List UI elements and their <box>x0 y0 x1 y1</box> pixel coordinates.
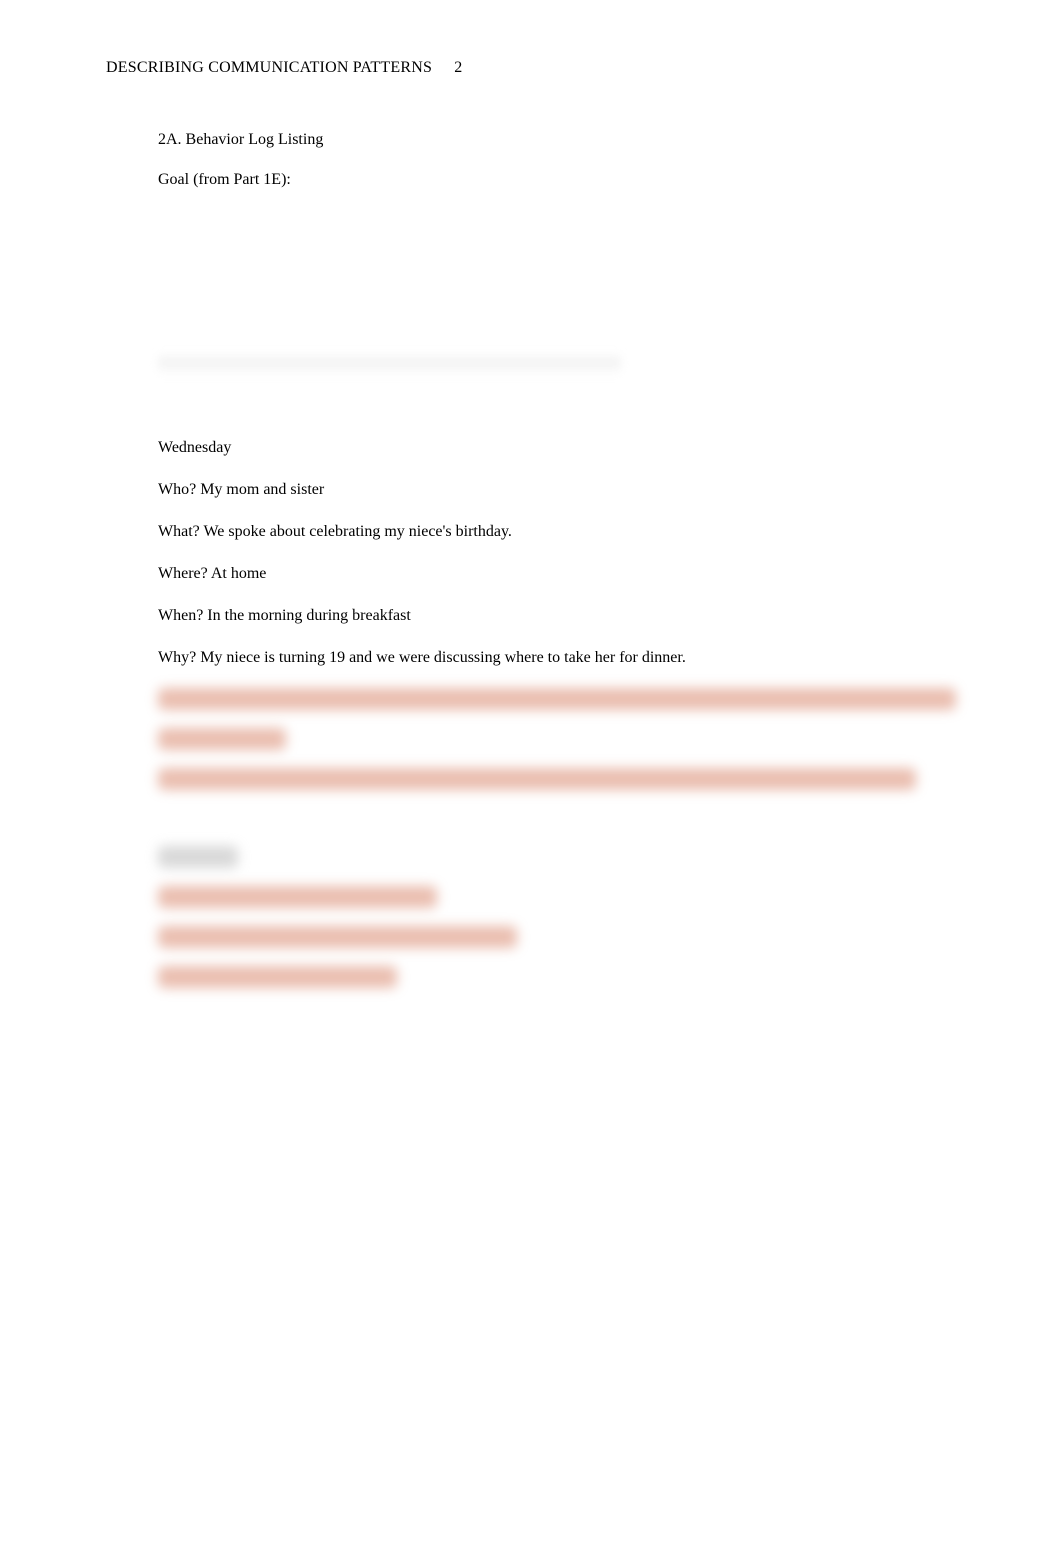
entry-why: Why? My niece is turning 19 and we were … <box>158 646 956 670</box>
log-entry-thursday-redacted <box>158 846 956 988</box>
redacted-line <box>158 966 397 988</box>
log-entry-wednesday: Wednesday Who? My mom and sister What? W… <box>158 436 956 790</box>
entry-what: What? We spoke about celebrating my niec… <box>158 520 956 544</box>
running-head: DESCRIBING COMMUNICATION PATTERNS 2 <box>106 56 956 80</box>
redacted-goal-content <box>158 352 621 376</box>
spacer <box>158 818 956 846</box>
entry-who: Who? My mom and sister <box>158 478 956 502</box>
entry-when: When? In the morning during breakfast <box>158 604 956 628</box>
redacted-day <box>158 846 238 868</box>
goal-label: Goal (from Part 1E): <box>158 168 956 192</box>
redacted-line <box>158 728 286 750</box>
entry-day: Wednesday <box>158 436 956 460</box>
running-head-text: DESCRIBING COMMUNICATION PATTERNS <box>106 59 432 76</box>
page-number: 2 <box>454 56 462 80</box>
document-page: DESCRIBING COMMUNICATION PATTERNS 2 2A. … <box>0 0 1062 988</box>
redacted-line <box>158 768 916 790</box>
redacted-line <box>158 688 956 710</box>
document-body: 2A. Behavior Log Listing Goal (from Part… <box>106 128 956 988</box>
redacted-line <box>158 886 437 908</box>
entry-where: Where? At home <box>158 562 956 586</box>
redacted-line <box>158 926 517 948</box>
section-title: 2A. Behavior Log Listing <box>158 128 956 152</box>
